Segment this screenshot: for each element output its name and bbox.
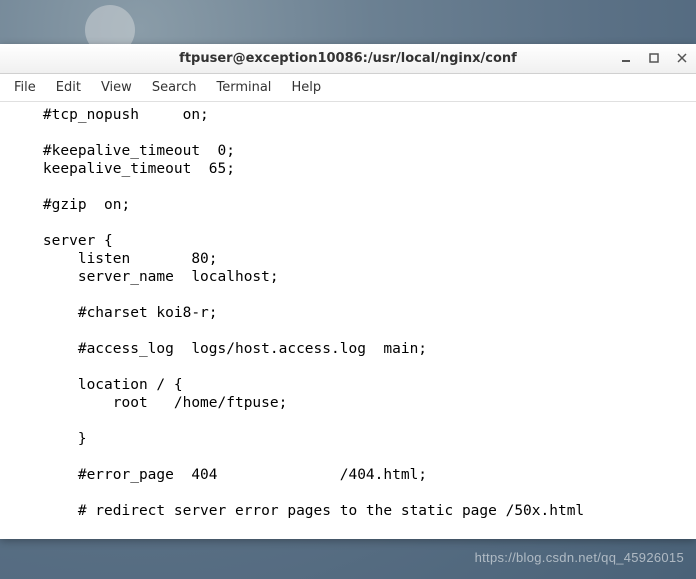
window-controls <box>616 48 692 68</box>
menu-file[interactable]: File <box>4 76 46 99</box>
close-icon <box>676 52 688 64</box>
menu-help[interactable]: Help <box>281 76 331 99</box>
editor-content[interactable]: #tcp_nopush on; #keepalive_timeout 0; ke… <box>0 102 696 539</box>
menu-edit[interactable]: Edit <box>46 76 91 99</box>
window-title: ftpuser@exception10086:/usr/local/nginx/… <box>179 51 517 66</box>
terminal-window: ftpuser@exception10086:/usr/local/nginx/… <box>0 44 696 539</box>
watermark: https://blog.csdn.net/qq_45926015 <box>475 550 684 565</box>
menubar: File Edit View Search Terminal Help <box>0 74 696 102</box>
menu-search[interactable]: Search <box>142 76 207 99</box>
minimize-icon <box>620 52 632 64</box>
maximize-button[interactable] <box>644 48 664 68</box>
close-button[interactable] <box>672 48 692 68</box>
maximize-icon <box>648 52 660 64</box>
menu-terminal[interactable]: Terminal <box>206 76 281 99</box>
titlebar[interactable]: ftpuser@exception10086:/usr/local/nginx/… <box>0 44 696 74</box>
minimize-button[interactable] <box>616 48 636 68</box>
menu-view[interactable]: View <box>91 76 142 99</box>
